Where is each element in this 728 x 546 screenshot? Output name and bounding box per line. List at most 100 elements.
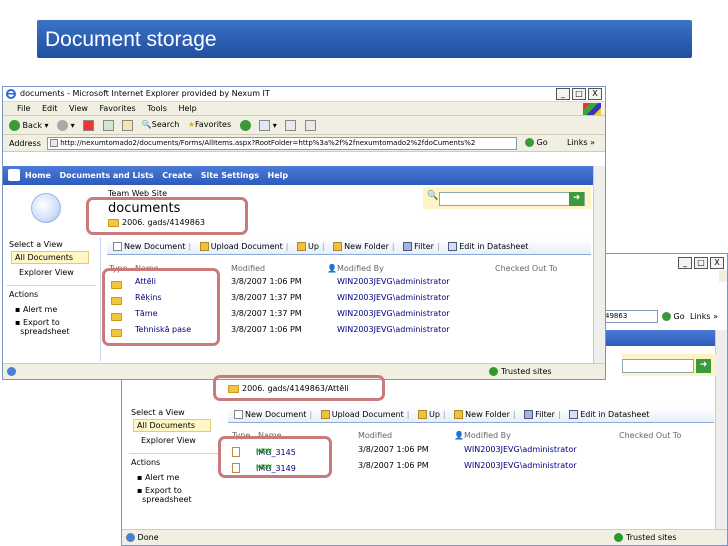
highlight-folder-list — [102, 268, 220, 346]
address-input[interactable]: 49863 — [602, 310, 658, 323]
nav-create[interactable]: Create — [162, 171, 192, 180]
up-button[interactable]: Up — [417, 410, 440, 419]
view-explorer[interactable]: Explorer View — [7, 264, 102, 277]
address-input[interactable]: http://nexumtomado2/documents/Forms/AllI… — [47, 137, 517, 150]
status-bar: Done Trusted sites — [122, 529, 727, 545]
view-all-documents[interactable]: All Documents — [133, 419, 211, 432]
modified-date: 3/8/2007 1:37 PM — [231, 293, 302, 302]
page-icon — [50, 139, 58, 147]
home-icon — [122, 120, 134, 131]
search-go-button[interactable]: ➜ — [569, 192, 584, 206]
view-all-documents[interactable]: All Documents — [11, 251, 89, 264]
back-button[interactable]: Back ▾ — [9, 120, 49, 131]
menu-file[interactable]: File — [17, 104, 30, 113]
stop-button[interactable] — [83, 120, 95, 131]
modified-date: 3/8/2007 1:06 PM — [231, 325, 302, 334]
modified-by-user[interactable]: WIN2003JEVG\administrator — [464, 445, 577, 454]
close-button[interactable]: X — [710, 257, 724, 269]
up-button[interactable]: Up — [296, 242, 319, 251]
upload-icon — [320, 410, 330, 419]
status-zone: Trusted sites — [614, 533, 677, 542]
menu-help[interactable]: Help — [178, 104, 196, 113]
status-zone: Trusted sites — [489, 367, 552, 376]
edit-datasheet-button[interactable]: Edit in Datasheet — [569, 410, 649, 419]
minimize-button[interactable]: _ — [556, 88, 570, 100]
maximize-button[interactable]: □ — [694, 257, 708, 269]
modified-by-user[interactable]: WIN2003JEVG\administrator — [337, 277, 450, 286]
close-button[interactable]: X — [588, 88, 602, 100]
filter-button[interactable]: Filter — [403, 242, 434, 251]
upload-document-button[interactable]: Upload Document — [199, 242, 283, 251]
star-icon: ★ — [187, 120, 195, 129]
select-view-heading: Select a View — [9, 240, 63, 249]
col-modified[interactable]: Modified — [358, 431, 392, 440]
upload-document-button[interactable]: Upload Document — [320, 410, 404, 419]
site-logo-icon — [31, 193, 61, 223]
modified-by-user[interactable]: WIN2003JEVG\administrator — [337, 325, 450, 334]
vertical-scrollbar[interactable] — [715, 330, 727, 529]
menu-view[interactable]: View — [69, 104, 88, 113]
maximize-button[interactable]: □ — [572, 88, 586, 100]
window-controls: _ □ X — [556, 88, 602, 100]
minimize-button[interactable]: _ — [678, 257, 692, 269]
new-folder-icon — [454, 410, 464, 419]
nav-home[interactable]: Home — [25, 171, 51, 180]
go-button[interactable]: Go — [662, 312, 685, 321]
go-icon — [662, 312, 671, 321]
go-button[interactable]: Go — [525, 138, 548, 147]
col-person-icon: 👤 — [454, 431, 464, 440]
browser-toolbar: Back ▾ ▾ 🔍Search ★Favorites ▾ — [3, 116, 605, 135]
print-button[interactable] — [285, 120, 297, 131]
modified-by-user[interactable]: WIN2003JEVG\administrator — [464, 461, 577, 470]
alert-me-link[interactable]: ▪ Alert me — [129, 469, 224, 482]
menu-tools[interactable]: Tools — [147, 104, 167, 113]
alert-me-link[interactable]: ▪ Alert me — [7, 301, 102, 314]
nav-help[interactable]: Help — [268, 171, 289, 180]
new-document-button[interactable]: New Document — [113, 242, 185, 251]
nav-documents-and-lists[interactable]: Documents and Lists — [60, 171, 154, 180]
search-input[interactable] — [439, 192, 585, 206]
home-button[interactable] — [122, 120, 134, 131]
refresh-button[interactable] — [102, 120, 114, 131]
col-modified[interactable]: Modified — [231, 264, 265, 273]
sharepoint-logo-icon — [8, 169, 20, 181]
modified-by-user[interactable]: WIN2003JEVG\administrator — [337, 309, 450, 318]
favorites-button[interactable]: ★Favorites — [188, 120, 231, 129]
view-explorer[interactable]: Explorer View — [129, 432, 224, 445]
highlight-image-files — [218, 436, 332, 478]
menu-edit[interactable]: Edit — [42, 104, 58, 113]
export-spreadsheet-link[interactable]: ▪ Export to spreadsheet — [129, 482, 224, 504]
history-button[interactable] — [239, 120, 251, 131]
actions-heading: Actions — [131, 458, 161, 467]
col-modified-by[interactable]: Modified By — [337, 264, 384, 273]
links-button[interactable]: Links » — [567, 138, 595, 147]
new-document-button[interactable]: New Document — [234, 410, 306, 419]
vertical-scrollbar[interactable] — [593, 166, 605, 363]
search-input[interactable] — [622, 359, 694, 373]
search-go-button[interactable]: ➜ — [696, 359, 711, 373]
col-checked-out-to[interactable]: Checked Out To — [619, 431, 681, 440]
window-title: documents - Microsoft Internet Explorer … — [20, 89, 270, 98]
ie-logo-icon — [6, 89, 16, 99]
modified-by-user[interactable]: WIN2003JEVG\administrator — [337, 293, 450, 302]
edit-datasheet-button[interactable]: Edit in Datasheet — [448, 242, 528, 251]
history-icon — [239, 120, 251, 131]
new-folder-button[interactable]: New Folder — [333, 242, 389, 251]
links-button[interactable]: Links » — [690, 312, 718, 321]
col-checked-out-to[interactable]: Checked Out To — [495, 264, 557, 273]
trusted-sites-icon — [614, 533, 623, 542]
throbber-edge — [719, 270, 727, 282]
nav-site-settings[interactable]: Site Settings — [201, 171, 259, 180]
export-spreadsheet-link[interactable]: ▪ Export to spreadsheet — [7, 314, 102, 336]
new-folder-button[interactable]: New Folder — [454, 410, 510, 419]
col-modified-by[interactable]: Modified By — [464, 431, 511, 440]
forward-button[interactable]: ▾ — [57, 120, 75, 131]
menu-favorites[interactable]: Favorites — [100, 104, 136, 113]
edit-button[interactable] — [304, 120, 316, 131]
ie-page-icon — [126, 533, 135, 542]
back-arrow-icon — [9, 120, 20, 131]
filter-button[interactable]: Filter — [524, 410, 555, 419]
search-button[interactable]: 🔍Search — [142, 120, 179, 129]
select-view-heading: Select a View — [131, 408, 185, 417]
mail-button[interactable]: ▾ — [259, 120, 277, 131]
